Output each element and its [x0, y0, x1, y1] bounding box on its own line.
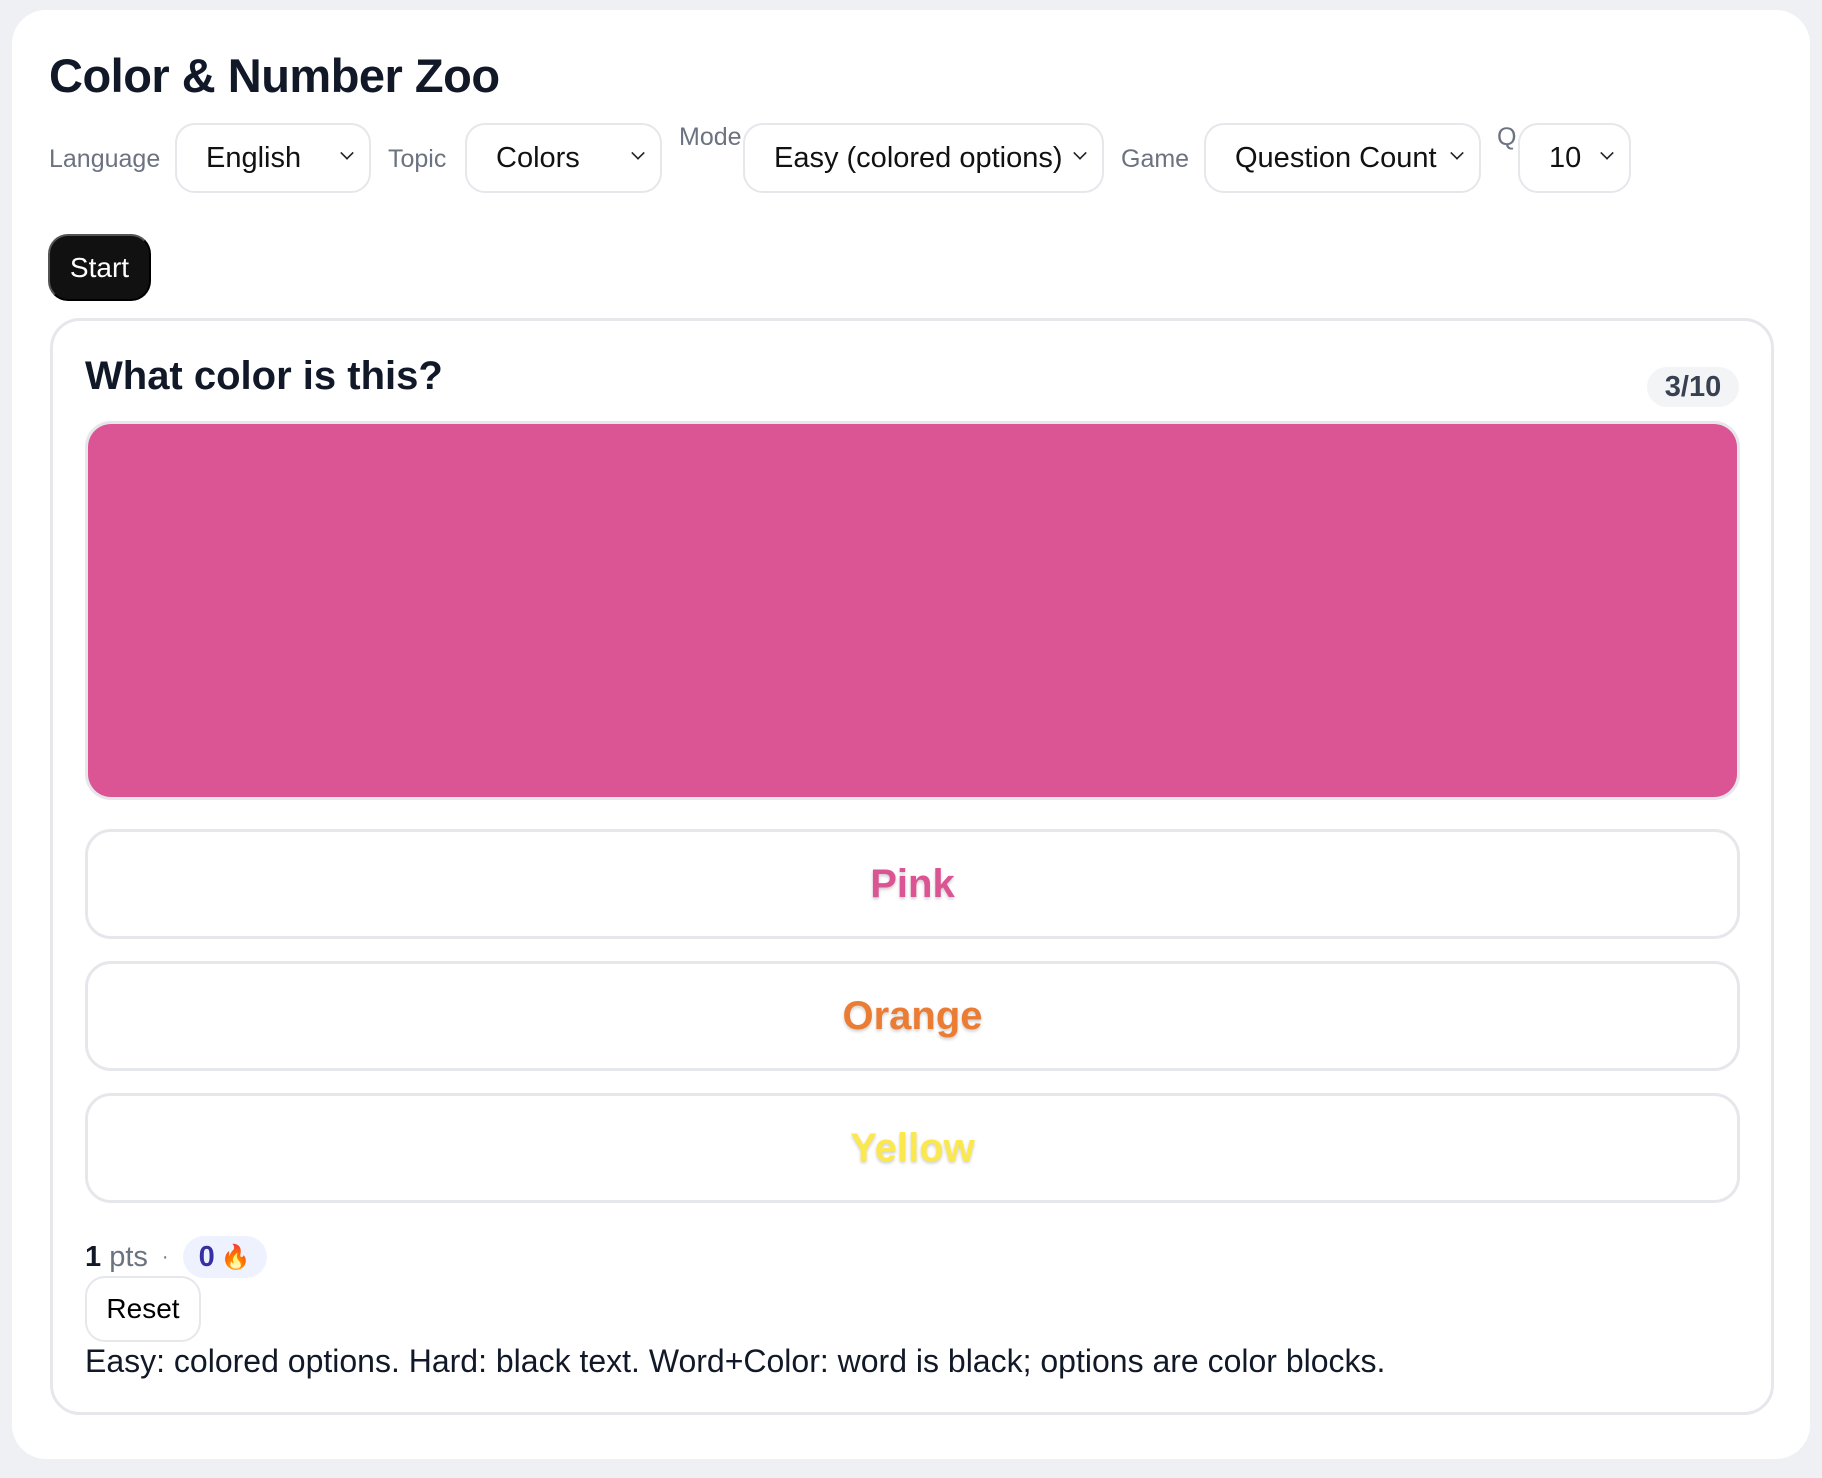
option-button[interactable]: Pink: [85, 829, 1740, 939]
chevron-down-icon: [1450, 146, 1464, 160]
topic-label: Topic: [388, 145, 447, 173]
points-value: 1: [85, 1240, 102, 1273]
game-value: Question Count: [1235, 141, 1437, 174]
game-label: Game: [1121, 145, 1190, 173]
topic-value: Colors: [496, 141, 580, 174]
option-button[interactable]: Orange: [85, 961, 1740, 1071]
language-select[interactable]: English: [175, 123, 371, 193]
swatch-fill: [88, 424, 1737, 797]
option-button[interactable]: Yellow: [85, 1093, 1740, 1203]
streak-badge: 0 🔥: [182, 1236, 267, 1278]
mode-value: Easy (colored options): [774, 141, 1063, 174]
help-text: Easy: colored options. Hard: black text.…: [85, 1343, 1386, 1379]
chevron-down-icon: [340, 146, 354, 160]
chevron-down-icon: [1073, 146, 1087, 160]
question-text: What color is this?: [85, 354, 443, 398]
game-select[interactable]: Question Count: [1204, 123, 1481, 193]
question-count-select[interactable]: 10: [1518, 123, 1631, 193]
chevron-down-icon: [1600, 146, 1614, 160]
reset-button[interactable]: Reset: [85, 1276, 201, 1342]
mode-select[interactable]: Easy (colored options): [743, 123, 1104, 193]
chevron-down-icon: [631, 146, 645, 160]
color-swatch: [85, 421, 1740, 800]
question-count-value: 10: [1549, 141, 1582, 174]
separator: ·: [161, 1245, 169, 1268]
question-count-label: Q: [1497, 123, 1517, 151]
topic-select[interactable]: Colors: [465, 123, 662, 193]
language-value: English: [206, 141, 302, 174]
fire-icon: 🔥: [220, 1243, 251, 1271]
streak-value: 0: [198, 1240, 215, 1273]
language-label: Language: [49, 145, 161, 173]
score-line: 1 pts · 0 🔥: [85, 1236, 267, 1278]
points-unit: pts: [109, 1240, 148, 1273]
start-button[interactable]: Start: [48, 234, 151, 301]
progress-badge: 3/10: [1647, 367, 1739, 407]
mode-label: Mode: [679, 123, 742, 151]
page-title: Color & Number Zoo: [49, 49, 500, 102]
